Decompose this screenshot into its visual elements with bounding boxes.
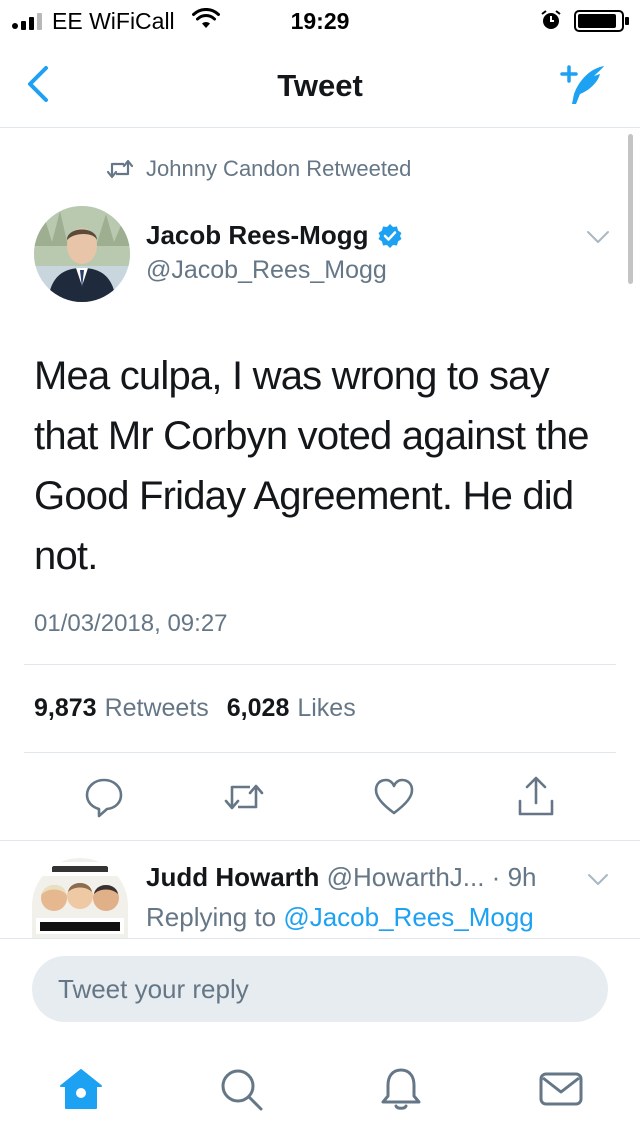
retweet-icon[interactable] [222,775,266,819]
reply-icon[interactable] [82,775,126,819]
divider [24,752,616,753]
divider [0,840,640,841]
author-name[interactable]: Jacob Rees-Mogg [146,220,369,251]
retweets-label[interactable]: Retweets [105,694,209,723]
search-icon[interactable] [218,1066,264,1112]
replying-prefix: Replying to [146,902,277,932]
tweet-stats: 9,873 Retweets 6,028 Likes [34,694,374,723]
author-name-row[interactable]: Jacob Rees-Mogg [146,220,403,251]
nav-bar: Tweet [0,40,640,128]
home-icon[interactable] [58,1066,104,1112]
reply-header[interactable]: Judd Howarth @HowarthJ... · 9h [146,862,616,893]
compose-quill-icon[interactable] [554,60,610,108]
scroll-indicator[interactable] [628,134,633,284]
messages-envelope-icon[interactable] [538,1066,584,1112]
reply-input[interactable] [32,956,608,1022]
verified-badge-icon [378,223,401,248]
retweets-count[interactable]: 9,873 [34,694,97,723]
tweet-actions [0,775,640,819]
retweet-header: Johnny Candon Retweeted [106,154,411,184]
replying-to: Replying to @Jacob_Rees_Mogg [146,902,534,933]
notifications-bell-icon[interactable] [378,1066,424,1112]
tweet-timestamp: 01/03/2018, 09:27 [34,610,228,637]
tweet-text: Mea culpa, I was wrong to say that Mr Co… [34,354,590,578]
status-bar: EE WiFiCall 19:29 [0,0,640,40]
author-handle[interactable]: @Jacob_Rees_Mogg [146,256,387,285]
likes-label[interactable]: Likes [297,694,355,723]
retweet-icon [106,159,134,179]
battery-icon [574,10,629,32]
chevron-down-icon[interactable] [586,872,610,888]
reply-avatar[interactable] [32,858,128,938]
alarm-clock-icon [541,10,561,29]
reply-author-name[interactable]: Judd Howarth [146,862,319,892]
share-icon[interactable] [514,775,558,819]
reply-meta: @HowarthJ... · 9h [326,862,537,892]
like-heart-icon[interactable] [372,775,416,819]
retweet-label: Johnny Candon Retweeted [146,156,412,181]
replying-handle[interactable]: @Jacob_Rees_Mogg [283,902,533,932]
divider [24,664,616,665]
avatar[interactable] [34,206,130,302]
tab-bar [0,1040,640,1136]
likes-count[interactable]: 6,028 [227,694,290,723]
chevron-down-icon[interactable] [584,228,612,246]
page-title: Tweet [277,68,363,103]
